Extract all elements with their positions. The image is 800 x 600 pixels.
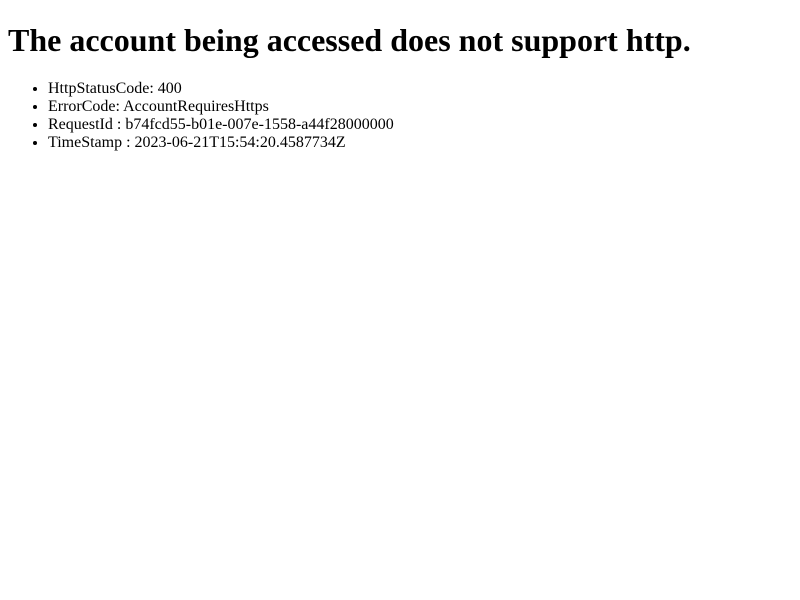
timestamp-item: TimeStamp : 2023-06-21T15:54:20.4587734Z: [48, 134, 792, 152]
page-title: The account being accessed does not supp…: [8, 22, 691, 58]
http-status-code-item: HttpStatusCode: 400: [48, 80, 792, 98]
error-details-list: HttpStatusCode: 400 ErrorCode: AccountRe…: [8, 80, 792, 152]
error-code-item: ErrorCode: AccountRequiresHttps: [48, 98, 792, 116]
request-id-item: RequestId : b74fcd55-b01e-007e-1558-a44f…: [48, 116, 792, 134]
error-page: The account being accessed does not supp…: [0, 0, 800, 600]
